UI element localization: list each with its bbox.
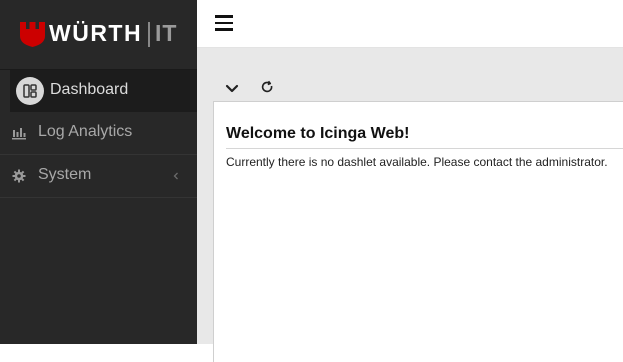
sidebar: WÜRTH IT Dashboard Log Analytics System [0, 0, 197, 344]
main-content: Welcome to Icinga Web! Currently there i… [197, 48, 623, 362]
sidebar-item-system[interactable]: System [0, 155, 197, 198]
brand-divider [148, 22, 150, 47]
empty-dashboard-message: Currently there is no dashlet available.… [226, 155, 608, 169]
hamburger-icon[interactable] [215, 15, 233, 31]
brand-logo[interactable]: WÜRTH IT [0, 0, 197, 70]
brand-suffix: IT [155, 20, 178, 46]
brand-name: WÜRTH [49, 20, 143, 46]
wurth-logo-mark [20, 22, 45, 47]
gear-icon [12, 169, 26, 183]
title-divider [226, 148, 623, 149]
sidebar-item-label: System [38, 166, 92, 183]
bar-chart-icon [12, 128, 26, 140]
dashboard-panel: Welcome to Icinga Web! Currently there i… [213, 101, 623, 362]
sidebar-item-label: Dashboard [50, 81, 129, 98]
top-header [197, 0, 623, 48]
chevron-left-icon[interactable] [171, 170, 181, 182]
sidebar-item-log-analytics[interactable]: Log Analytics [0, 112, 197, 155]
dashboard-icon [16, 77, 44, 105]
refresh-icon[interactable] [258, 78, 276, 96]
sidebar-item-label: Log Analytics [38, 123, 133, 140]
sidebar-item-dashboard[interactable]: Dashboard [10, 70, 197, 112]
page-title: Welcome to Icinga Web! [226, 125, 410, 142]
chevron-down-icon[interactable] [223, 79, 241, 97]
